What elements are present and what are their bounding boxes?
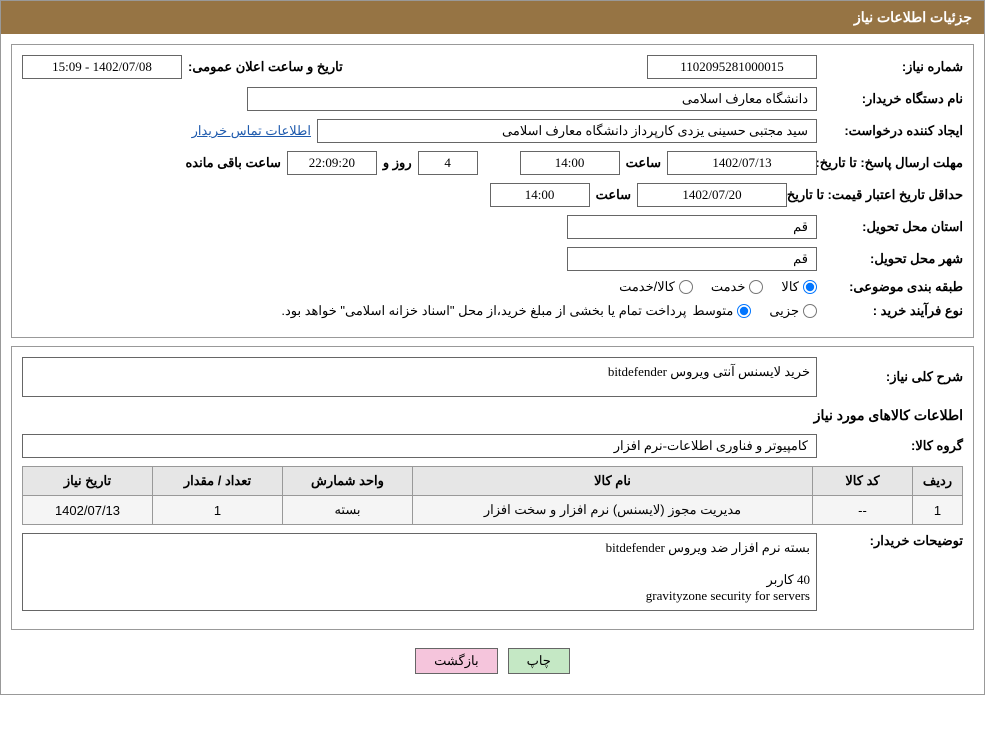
cell-unit: بسته bbox=[283, 496, 413, 525]
radio-partial-label: جزیی bbox=[769, 303, 799, 319]
buyer-org: دانشگاه معارف اسلامی bbox=[247, 87, 817, 111]
radio-both-label: کالا/خدمت bbox=[619, 279, 675, 295]
need-desc-label: شرح کلی نیاز: bbox=[823, 369, 963, 385]
print-button[interactable]: چاپ bbox=[508, 648, 570, 674]
cell-row: 1 bbox=[913, 496, 963, 525]
page-title: جزئیات اطلاعات نیاز bbox=[1, 1, 984, 34]
radio-medium-label: متوسط bbox=[692, 303, 733, 319]
group-label: گروه کالا: bbox=[823, 438, 963, 454]
buyer-desc-label: توضیحات خریدار: bbox=[823, 533, 963, 549]
remaining-days: 4 bbox=[418, 151, 478, 175]
th-row: ردیف bbox=[913, 467, 963, 496]
radio-service[interactable]: خدمت bbox=[711, 279, 764, 295]
remaining-label: ساعت باقی مانده bbox=[185, 155, 280, 171]
price-validity-label: حداقل تاریخ اعتبار قیمت: تا تاریخ: bbox=[793, 187, 963, 203]
buy-type-label: نوع فرآیند خرید : bbox=[823, 303, 963, 319]
radio-service-input[interactable] bbox=[749, 280, 763, 294]
need-desc: خرید لایسنس آنتی ویروس bitdefender bbox=[22, 357, 817, 397]
price-time: 14:00 bbox=[490, 183, 590, 207]
radio-goods-input[interactable] bbox=[803, 280, 817, 294]
radio-both[interactable]: کالا/خدمت bbox=[619, 279, 693, 295]
group: کامپیوتر و فناوری اطلاعات-نرم افزار bbox=[22, 434, 817, 458]
buyer-org-label: نام دستگاه خریدار: bbox=[823, 91, 963, 107]
time-label-1: ساعت bbox=[626, 155, 661, 171]
radio-goods-label: کالا bbox=[781, 279, 799, 295]
table-header-row: ردیف کد کالا نام کالا واحد شمارش تعداد /… bbox=[23, 467, 963, 496]
remaining-time: 22:09:20 bbox=[287, 151, 377, 175]
contact-link[interactable]: اطلاعات تماس خریدار bbox=[192, 123, 311, 139]
creator-label: ایجاد کننده درخواست: bbox=[823, 123, 963, 139]
radio-partial[interactable]: جزیی bbox=[769, 303, 817, 319]
price-date: 1402/07/20 bbox=[637, 183, 787, 207]
items-table: ردیف کد کالا نام کالا واحد شمارش تعداد /… bbox=[22, 466, 963, 525]
cell-name: مدیریت مجوز (لایسنس) نرم افزار و سخت افز… bbox=[413, 496, 813, 525]
table-row: 1 -- مدیریت مجوز (لایسنس) نرم افزار و سخ… bbox=[23, 496, 963, 525]
reply-deadline-label: مهلت ارسال پاسخ: تا تاریخ: bbox=[823, 155, 963, 171]
th-name: نام کالا bbox=[413, 467, 813, 496]
cell-code: -- bbox=[813, 496, 913, 525]
radio-partial-input[interactable] bbox=[803, 304, 817, 318]
button-row: چاپ بازگشت bbox=[11, 638, 974, 684]
items-title: اطلاعات کالاهای مورد نیاز bbox=[22, 407, 963, 424]
info-section: شماره نیاز: 1102095281000015 تاریخ و ساع… bbox=[11, 44, 974, 338]
back-button[interactable]: بازگشت bbox=[415, 648, 497, 674]
announce-value: 1402/07/08 - 15:09 bbox=[22, 55, 182, 79]
province-label: استان محل تحویل: bbox=[823, 219, 963, 235]
buyer-desc: بسته نرم افزار ضد ویروس bitdefender 40 ک… bbox=[22, 533, 817, 611]
time-label-2: ساعت bbox=[596, 187, 631, 203]
th-code: کد کالا bbox=[813, 467, 913, 496]
cell-qty: 1 bbox=[153, 496, 283, 525]
cell-date: 1402/07/13 bbox=[23, 496, 153, 525]
buy-note: پرداخت تمام یا بخشی از مبلغ خرید،از محل … bbox=[281, 303, 686, 319]
reply-time: 14:00 bbox=[520, 151, 620, 175]
category-label: طبقه بندی موضوعی: bbox=[823, 279, 963, 295]
th-unit: واحد شمارش bbox=[283, 467, 413, 496]
radio-medium-input[interactable] bbox=[737, 304, 751, 318]
radio-service-label: خدمت bbox=[711, 279, 746, 295]
radio-medium[interactable]: متوسط bbox=[692, 303, 751, 319]
request-no: 1102095281000015 bbox=[647, 55, 817, 79]
th-qty: تعداد / مقدار bbox=[153, 467, 283, 496]
request-no-label: شماره نیاز: bbox=[823, 59, 963, 75]
province: قم bbox=[567, 215, 817, 239]
need-section: شرح کلی نیاز: خرید لایسنس آنتی ویروس bit… bbox=[11, 346, 974, 630]
creator: سید مجتبی حسینی یزدی کارپرداز دانشگاه مع… bbox=[317, 119, 817, 143]
city: قم bbox=[567, 247, 817, 271]
radio-goods[interactable]: کالا bbox=[781, 279, 817, 295]
city-label: شهر محل تحویل: bbox=[823, 251, 963, 267]
reply-date: 1402/07/13 bbox=[667, 151, 817, 175]
announce-label: تاریخ و ساعت اعلان عمومی: bbox=[188, 59, 343, 75]
radio-both-input[interactable] bbox=[679, 280, 693, 294]
days-label: روز و bbox=[383, 155, 412, 171]
th-date: تاریخ نیاز bbox=[23, 467, 153, 496]
